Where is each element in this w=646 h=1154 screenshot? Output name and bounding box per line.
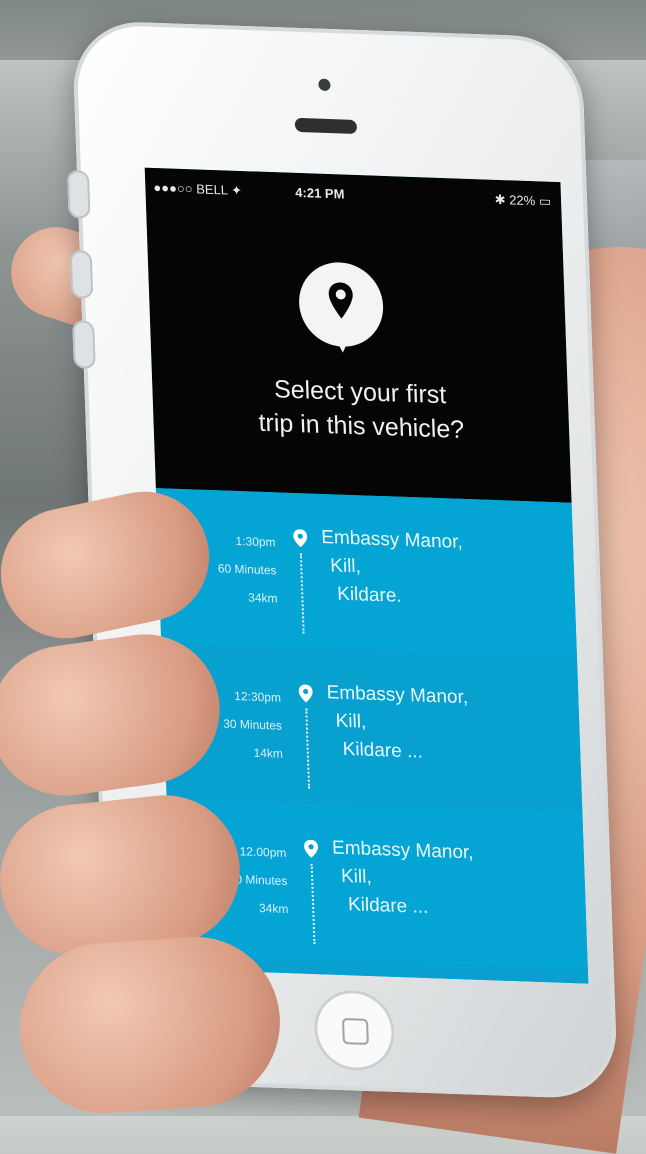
address-line-3: Kildare ... xyxy=(342,738,424,763)
battery-indicator: ✱ 22% ▭ xyxy=(494,191,552,209)
location-pin-icon xyxy=(304,839,319,858)
page-title: Select your first trip in this vehicle? xyxy=(152,368,570,451)
home-square-icon xyxy=(341,1017,369,1045)
address-line-3: Kildare. xyxy=(336,583,402,607)
front-camera xyxy=(318,78,331,92)
map-pin-icon xyxy=(297,260,385,349)
header-panel: ●●●○○ BELL ✦ 4:21 PM ✱ 22% ▭ Select your… xyxy=(144,167,572,503)
route-dotted-line xyxy=(305,708,313,789)
trip-address: Embassy Manor, Kill, Kildare. xyxy=(321,524,465,613)
home-button[interactable] xyxy=(313,988,396,1072)
mute-switch[interactable] xyxy=(66,169,91,219)
address-line-3: Kildare ... xyxy=(347,894,429,918)
carrier-label: ●●●○○ BELL ✦ xyxy=(153,179,243,199)
route-dotted-line xyxy=(310,863,318,945)
clock: 4:21 PM xyxy=(295,184,345,202)
route-dotted-line xyxy=(299,553,307,634)
trip-row[interactable]: 1:30pm 60 Minutes 34km Embassy Manor, Kill, K… xyxy=(155,488,578,660)
trip-address: Embassy Manor, Kill, Kildare ... xyxy=(326,679,470,768)
volume-up-button[interactable] xyxy=(69,250,94,299)
location-pin-icon xyxy=(293,529,308,548)
volume-down-button[interactable] xyxy=(72,320,96,369)
map-pin-glyph xyxy=(328,282,353,319)
status-bar: ●●●○○ BELL ✦ 4:21 PM ✱ 22% ▭ xyxy=(145,180,562,217)
location-pin-icon xyxy=(298,684,313,703)
trip-row[interactable]: 12:30pm 30 Minutes 14km Embassy Manor, Kill,… xyxy=(161,643,583,815)
trip-address: Embassy Manor, Kill, Kildare ... xyxy=(332,835,476,924)
earpiece xyxy=(294,117,358,134)
